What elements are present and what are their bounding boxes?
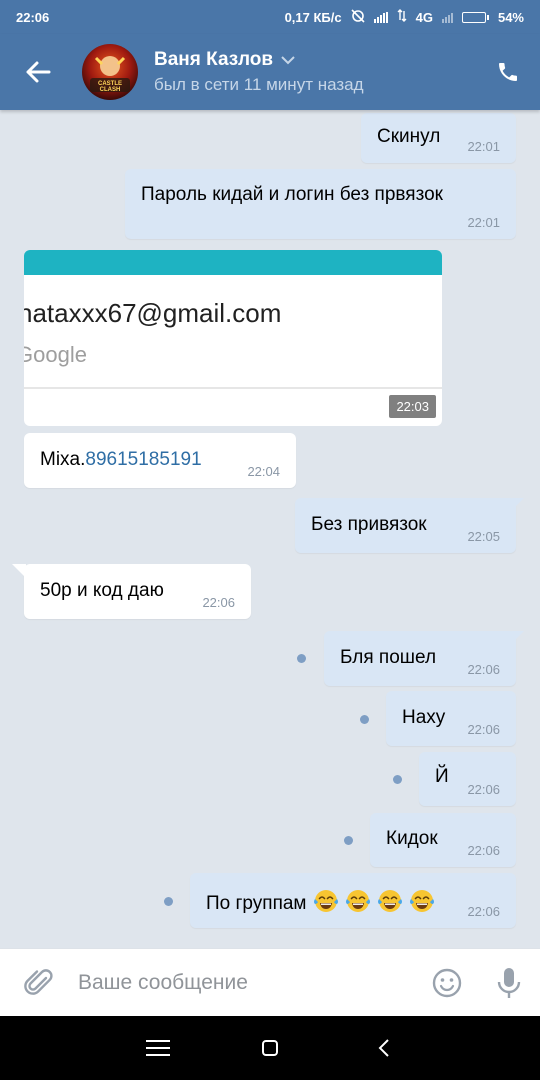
message-outgoing[interactable]: По группам 22:06 <box>190 873 516 928</box>
message-outgoing[interactable]: Й 22:06 <box>419 752 516 806</box>
message-text: Mixa.89615185191 <box>40 449 202 471</box>
message-outgoing[interactable]: Кидок 22:06 <box>370 813 516 867</box>
message-text: Й <box>435 766 449 787</box>
message-text: Пароль кидай и логин без првязок <box>141 184 443 205</box>
last-seen-status: был в сети 11 минут назад <box>154 75 364 94</box>
message-outgoing[interactable]: Без привязок 22:05 <box>295 498 524 553</box>
message-text: По группам <box>206 888 435 915</box>
message-text: Бля пошел <box>340 647 437 668</box>
emoji-button[interactable] <box>416 949 478 1017</box>
call-button[interactable] <box>492 56 524 88</box>
image-header-bar <box>24 250 442 275</box>
phone-link[interactable]: 89615185191 <box>85 449 201 470</box>
message-incoming[interactable]: 50р и код даю 22:06 <box>12 564 251 619</box>
message-time: 22:06 <box>467 722 500 737</box>
chat-header: CASTLE CLASH Ваня Казлов был в сети 11 м… <box>0 34 540 110</box>
home-square-icon <box>262 1040 278 1056</box>
message-text: Кидок <box>386 828 438 849</box>
avatar[interactable]: CASTLE CLASH <box>82 44 138 100</box>
menu-button[interactable] <box>138 1032 178 1064</box>
message-outgoing[interactable]: Наху 22:06 <box>386 691 516 746</box>
contact-name: Ваня Казлов <box>154 49 274 70</box>
signal-icon <box>373 11 388 23</box>
message-list[interactable]: Скинул 22:01 Пароль кидай и логин без пр… <box>0 110 540 948</box>
back-nav-button[interactable] <box>364 1032 404 1064</box>
message-input[interactable] <box>78 948 416 1017</box>
image-email-text: nataxxx67@gmail.com <box>24 298 282 328</box>
image-attachment[interactable]: nataxxx67@gmail.com Google 22:03 <box>24 250 442 426</box>
voice-button[interactable] <box>478 949 540 1017</box>
message-text-body: По группам <box>206 893 307 914</box>
emoji-row <box>307 890 435 914</box>
image-divider <box>24 387 442 389</box>
unread-indicator <box>360 715 369 724</box>
unread-indicator <box>297 654 306 663</box>
attach-button[interactable] <box>0 949 78 1017</box>
system-nav-bar <box>0 1016 540 1080</box>
message-text: Скинул <box>377 126 441 147</box>
battery-icon <box>461 11 489 23</box>
message-time: 22:01 <box>467 215 500 230</box>
status-indicators: 0,17 КБ/с 4G 54% <box>284 8 524 26</box>
status-time: 22:06 <box>16 9 50 25</box>
home-button[interactable] <box>250 1032 290 1064</box>
chevron-down-icon <box>281 55 295 64</box>
unread-indicator <box>393 775 402 784</box>
avatar-text-2: CLASH <box>100 87 121 93</box>
message-text: Без привязок <box>311 514 427 535</box>
alarm-off-icon <box>351 8 365 26</box>
network-type: 4G <box>415 9 433 25</box>
unread-indicator <box>164 897 173 906</box>
menu-icon <box>146 1040 170 1056</box>
paperclip-icon <box>24 968 53 995</box>
message-time: 22:06 <box>467 662 500 677</box>
back-arrow-icon <box>26 61 51 83</box>
face-with-tears-of-joy-icon <box>313 890 338 912</box>
message-text-prefix: Mixa. <box>40 449 86 470</box>
status-bar: 22:06 0,17 КБ/с 4G 54% <box>0 0 540 34</box>
unread-indicator <box>344 836 353 845</box>
message-time: 22:04 <box>247 464 280 479</box>
message-outgoing[interactable]: Скинул 22:01 <box>361 113 516 163</box>
message-time: 22:06 <box>467 843 500 858</box>
message-outgoing[interactable]: Пароль кидай и логин без првязок 22:01 <box>125 169 516 239</box>
message-time: 22:03 <box>389 395 436 418</box>
message-text: Наху <box>402 707 446 728</box>
message-time: 22:05 <box>467 529 500 544</box>
message-time: 22:06 <box>467 782 500 797</box>
message-outgoing[interactable]: Бля пошел 22:06 <box>324 631 524 686</box>
message-text: 50р и код даю <box>40 580 164 601</box>
message-incoming[interactable]: Mixa.89615185191 22:04 <box>24 433 296 488</box>
contact-info[interactable]: Ваня Казлов был в сети 11 минут назад <box>154 49 364 95</box>
message-time: 22:01 <box>467 139 500 154</box>
microphone-icon <box>497 967 521 998</box>
battery-percent: 54% <box>497 9 524 25</box>
phone-icon <box>499 63 517 81</box>
signal-2-icon <box>441 12 453 23</box>
message-composer <box>0 948 540 1017</box>
data-arrows-icon <box>397 9 407 25</box>
face-with-tears-of-joy-icon <box>409 890 434 912</box>
face-with-tears-of-joy-icon <box>377 890 402 912</box>
smiley-icon <box>432 968 462 997</box>
message-time: 22:06 <box>467 904 500 919</box>
network-speed: 0,17 КБ/с <box>284 9 342 25</box>
back-button[interactable] <box>0 34 76 110</box>
face-with-tears-of-joy-icon <box>345 890 370 912</box>
message-time: 22:06 <box>202 595 235 610</box>
image-google-text: Google <box>24 342 87 367</box>
back-triangle-icon <box>378 1039 389 1057</box>
